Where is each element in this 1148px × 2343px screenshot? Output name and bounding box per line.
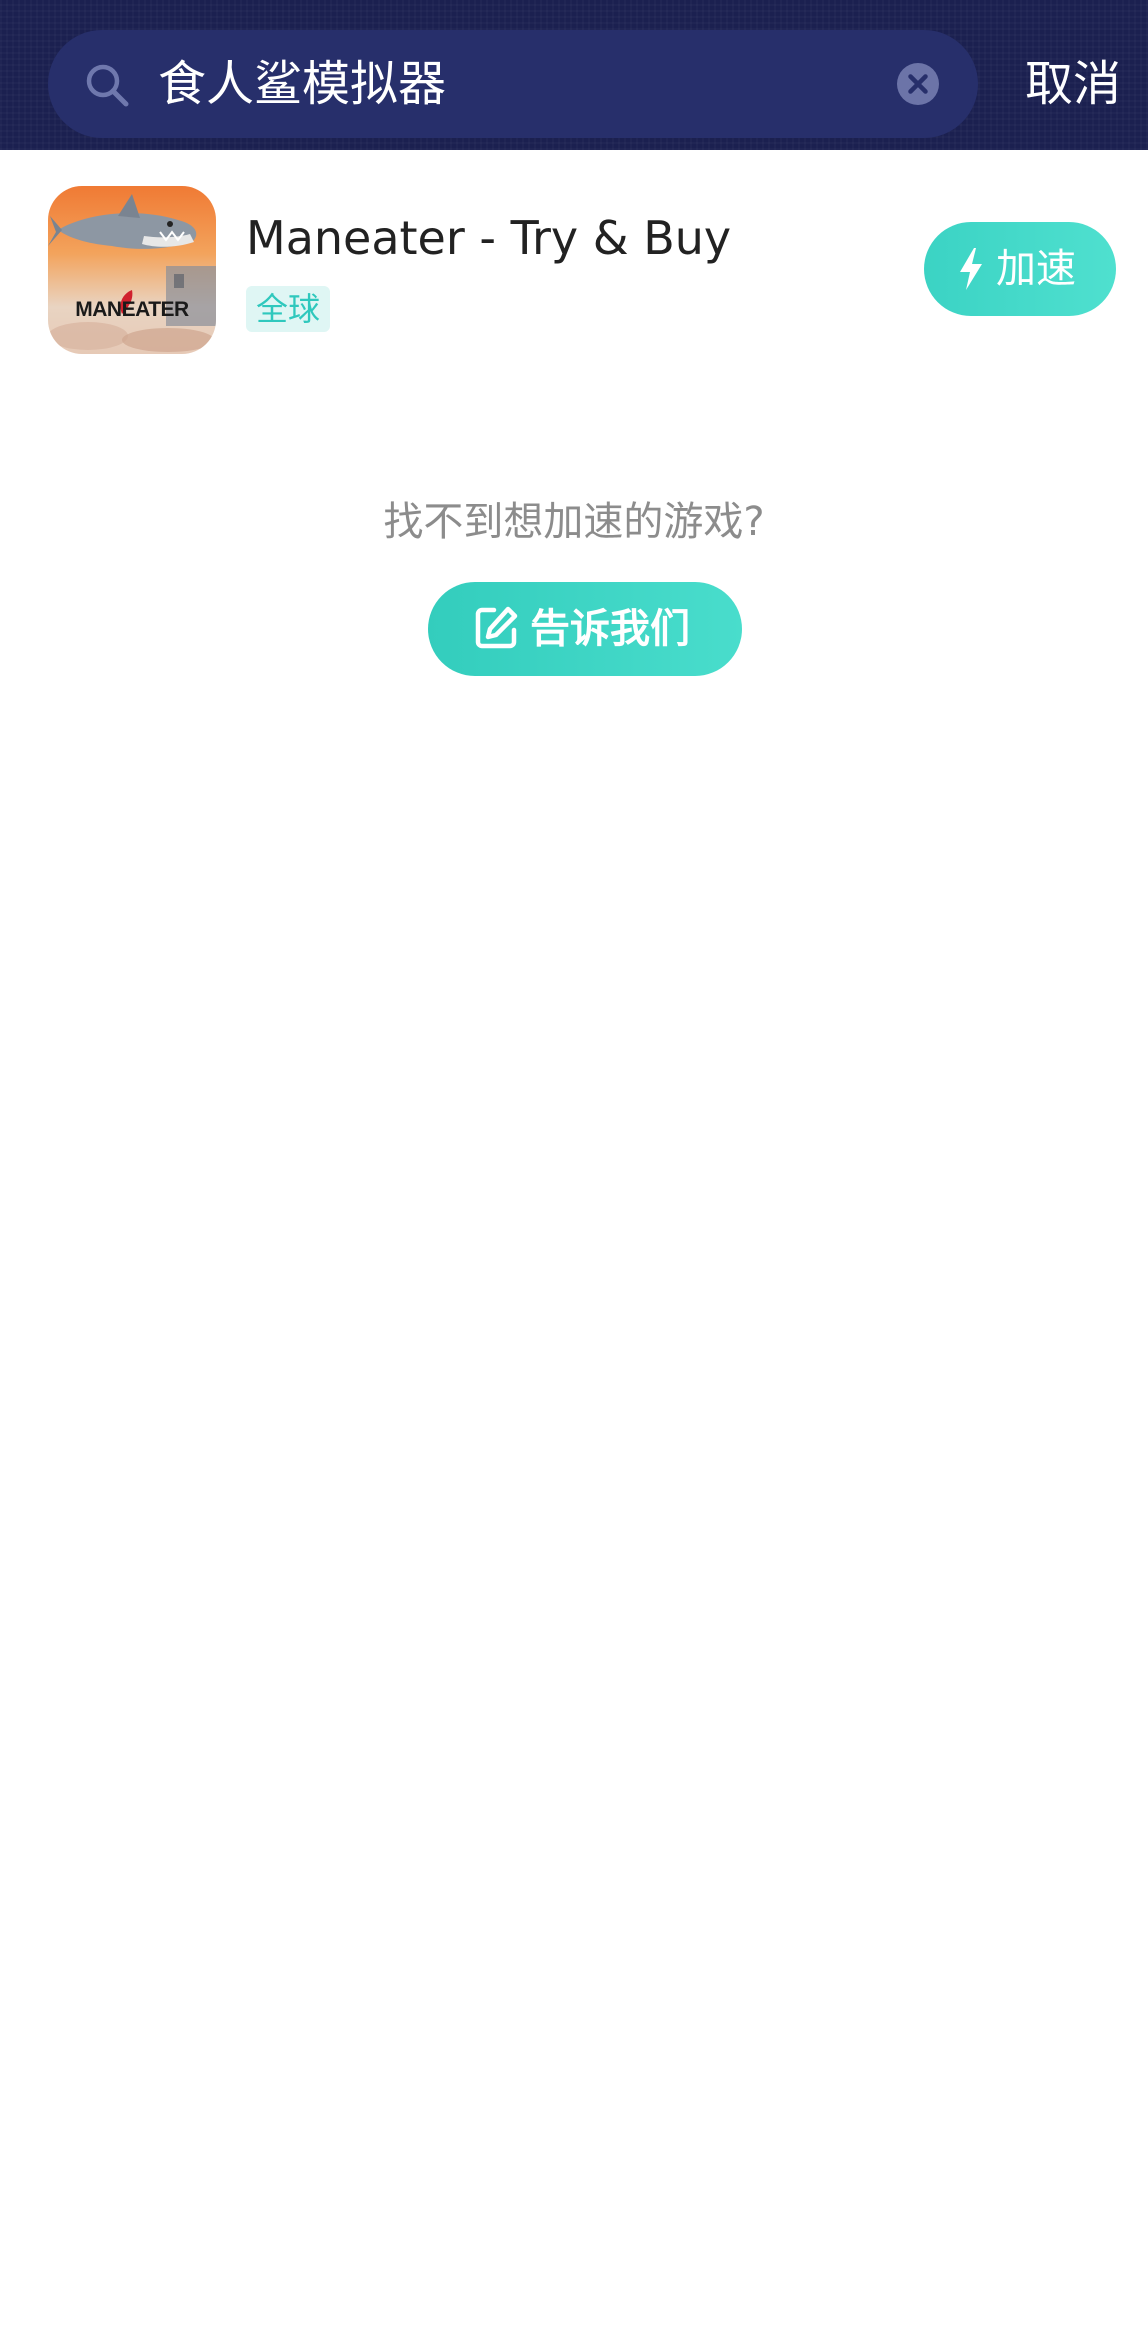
boost-button[interactable]: 加速 (924, 222, 1116, 316)
search-header: 食人鲨模拟器 取消 (0, 0, 1148, 150)
tell-us-button-label: 告诉我们 (530, 606, 690, 652)
game-icon-logo-text: MANEATER (75, 298, 189, 321)
game-title[interactable]: Maneater - Try & Buy (246, 206, 731, 270)
clear-icon[interactable] (896, 62, 940, 106)
not-found-prompt: 找不到想加速的游戏? (383, 499, 765, 545)
search-icon (82, 60, 132, 110)
search-query-text[interactable]: 食人鲨模拟器 (158, 54, 446, 114)
search-input[interactable]: 食人鲨模拟器 (48, 30, 978, 138)
tell-us-button[interactable]: 告诉我们 (428, 582, 742, 676)
boost-button-label: 加速 (996, 246, 1076, 292)
game-result-item[interactable]: MANEATER Maneater - Try & Buy 全球 加速 (0, 150, 1148, 380)
cancel-button[interactable]: 取消 (1025, 52, 1121, 116)
region-badge: 全球 (246, 286, 331, 332)
edit-icon (472, 604, 520, 652)
search-results-page: 食人鲨模拟器 取消 MANEATER Maneater - Try & Buy … (0, 0, 1148, 2343)
game-icon[interactable]: MANEATER (48, 186, 216, 354)
bolt-icon (958, 248, 984, 290)
